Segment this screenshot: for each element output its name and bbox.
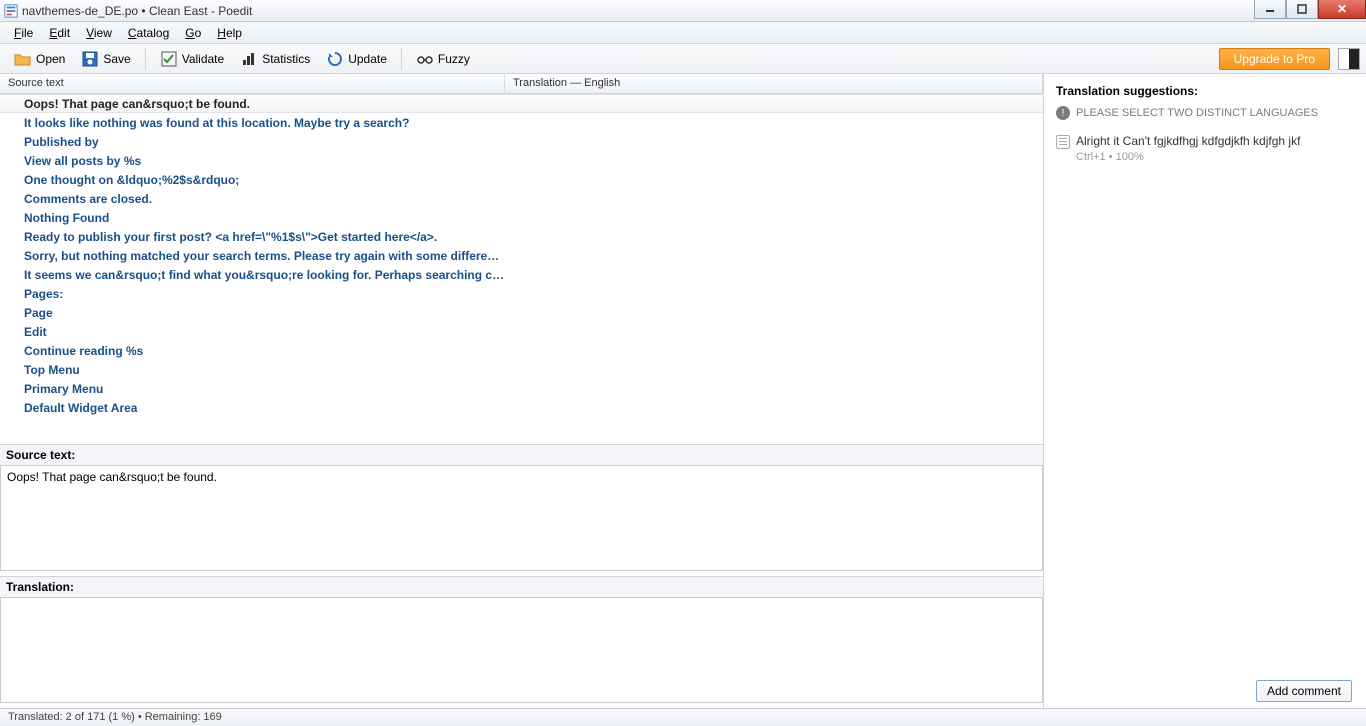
table-row[interactable]: One thought on &ldquo;%2$s&rdquo; <box>0 170 1043 189</box>
statusbar: Translated: 2 of 171 (1 %) • Remaining: … <box>0 708 1366 726</box>
source-cell: Page <box>0 306 505 320</box>
fuzzy-label: Fuzzy <box>438 52 470 66</box>
table-row[interactable]: Comments are closed. <box>0 189 1043 208</box>
table-row[interactable]: Pages: <box>0 284 1043 303</box>
translation-label: Translation: <box>0 577 1043 597</box>
close-button[interactable]: ✕ <box>1318 0 1366 19</box>
open-label: Open <box>36 52 65 66</box>
source-cell: One thought on &ldquo;%2$s&rdquo; <box>0 173 505 187</box>
statistics-button[interactable]: Statistics <box>232 47 318 71</box>
toolbar: Open Save Validate Statistics Update Fuz… <box>0 44 1366 74</box>
update-label: Update <box>348 52 387 66</box>
table-row[interactable]: Continue reading %s <box>0 341 1043 360</box>
save-label: Save <box>103 52 130 66</box>
source-cell: It seems we can&rsquo;t find what you&rs… <box>0 268 505 282</box>
minimize-button[interactable] <box>1254 0 1286 19</box>
save-button[interactable]: Save <box>73 47 138 71</box>
source-cell: Default Widget Area <box>0 401 505 415</box>
menu-catalog[interactable]: Catalog <box>120 24 177 42</box>
save-icon <box>81 50 99 68</box>
toolbar-separator <box>145 48 146 70</box>
refresh-icon <box>326 50 344 68</box>
source-cell: Continue reading %s <box>0 344 505 358</box>
source-cell: Nothing Found <box>0 211 505 225</box>
source-cell: Edit <box>0 325 505 339</box>
table-row[interactable]: Sorry, but nothing matched your search t… <box>0 246 1043 265</box>
table-row[interactable]: Primary Menu <box>0 379 1043 398</box>
source-text-label: Source text: <box>0 445 1043 465</box>
menu-view[interactable]: View <box>78 24 120 42</box>
statistics-label: Statistics <box>262 52 310 66</box>
table-row[interactable]: Top Menu <box>0 360 1043 379</box>
menu-file[interactable]: File <box>6 24 41 42</box>
table-row[interactable]: Nothing Found <box>0 208 1043 227</box>
toolbar-separator <box>401 48 402 70</box>
suggestion-text: Alright it Can't fgjkdfhgj kdfgdjkfh kdj… <box>1076 134 1300 148</box>
col-header-translation[interactable]: Translation — English <box>505 74 1043 93</box>
menu-go[interactable]: Go <box>177 24 209 42</box>
source-cell: Ready to publish your first post? <a hre… <box>0 230 505 244</box>
translation-text-area[interactable] <box>0 597 1043 703</box>
source-cell: View all posts by %s <box>0 154 505 168</box>
source-cell: Sorry, but nothing matched your search t… <box>0 249 505 263</box>
source-cell: Top Menu <box>0 363 505 377</box>
source-text-area <box>0 465 1043 571</box>
chart-icon <box>240 50 258 68</box>
source-cell: It looks like nothing was found at this … <box>0 116 505 130</box>
table-row[interactable]: Published by <box>0 132 1043 151</box>
folder-open-icon <box>14 50 32 68</box>
source-cell: Published by <box>0 135 505 149</box>
window-titlebar: navthemes-de_DE.po • Clean East - Poedit… <box>0 0 1366 22</box>
table-row[interactable]: It looks like nothing was found at this … <box>0 113 1043 132</box>
maximize-button[interactable] <box>1286 0 1318 19</box>
left-pane: Source text Translation — English Oops! … <box>0 74 1044 708</box>
menu-help[interactable]: Help <box>209 24 250 42</box>
menu-edit[interactable]: Edit <box>41 24 78 42</box>
status-text: Translated: 2 of 171 (1 %) • Remaining: … <box>8 711 222 723</box>
translation-block: Translation: <box>0 576 1043 708</box>
table-row[interactable]: Edit <box>0 322 1043 341</box>
warning-icon: ! <box>1056 106 1070 120</box>
table-row[interactable]: View all posts by %s <box>0 151 1043 170</box>
source-cell: Primary Menu <box>0 382 505 396</box>
source-cell: Pages: <box>0 287 505 301</box>
window-title: navthemes-de_DE.po • Clean East - Poedit <box>22 4 252 18</box>
document-icon <box>1056 135 1070 149</box>
glasses-icon <box>416 50 434 68</box>
validate-button[interactable]: Validate <box>152 47 232 71</box>
suggestions-pane: Translation suggestions: ! PLEASE SELECT… <box>1044 74 1366 708</box>
menubar: File Edit View Catalog Go Help <box>0 22 1366 44</box>
warning-text: PLEASE SELECT TWO DISTINCT LANGUAGES <box>1076 107 1318 119</box>
table-row[interactable]: Default Widget Area <box>0 398 1043 417</box>
source-text-block: Source text: <box>0 444 1043 576</box>
app-icon <box>4 4 18 18</box>
update-button[interactable]: Update <box>318 47 395 71</box>
table-row[interactable]: Oops! That page can&rsquo;t be found. <box>0 94 1043 113</box>
grid-body[interactable]: Oops! That page can&rsquo;t be found. It … <box>0 94 1043 444</box>
suggestions-heading: Translation suggestions: <box>1056 84 1354 98</box>
checkmark-icon <box>160 50 178 68</box>
language-warning: ! PLEASE SELECT TWO DISTINCT LANGUAGES <box>1056 106 1354 120</box>
window-controls: ✕ <box>1254 0 1366 19</box>
source-cell: Comments are closed. <box>0 192 505 206</box>
suggestion-item[interactable]: Alright it Can't fgjkdfhgj kdfgdjkfh kdj… <box>1056 134 1354 163</box>
col-header-source[interactable]: Source text <box>0 74 505 93</box>
theme-toggle[interactable] <box>1338 48 1360 70</box>
table-row[interactable]: Ready to publish your first post? <a hre… <box>0 227 1043 246</box>
table-row[interactable]: It seems we can&rsquo;t find what you&rs… <box>0 265 1043 284</box>
validate-label: Validate <box>182 52 224 66</box>
table-row[interactable]: Page <box>0 303 1043 322</box>
add-comment-button[interactable]: Add comment <box>1256 680 1352 702</box>
open-button[interactable]: Open <box>6 47 73 71</box>
source-cell: Oops! That page can&rsquo;t be found. <box>0 97 505 111</box>
grid-header: Source text Translation — English <box>0 74 1043 94</box>
fuzzy-button[interactable]: Fuzzy <box>408 47 478 71</box>
upgrade-button[interactable]: Upgrade to Pro <box>1219 48 1330 70</box>
suggestion-meta: Ctrl+1 • 100% <box>1076 151 1354 163</box>
